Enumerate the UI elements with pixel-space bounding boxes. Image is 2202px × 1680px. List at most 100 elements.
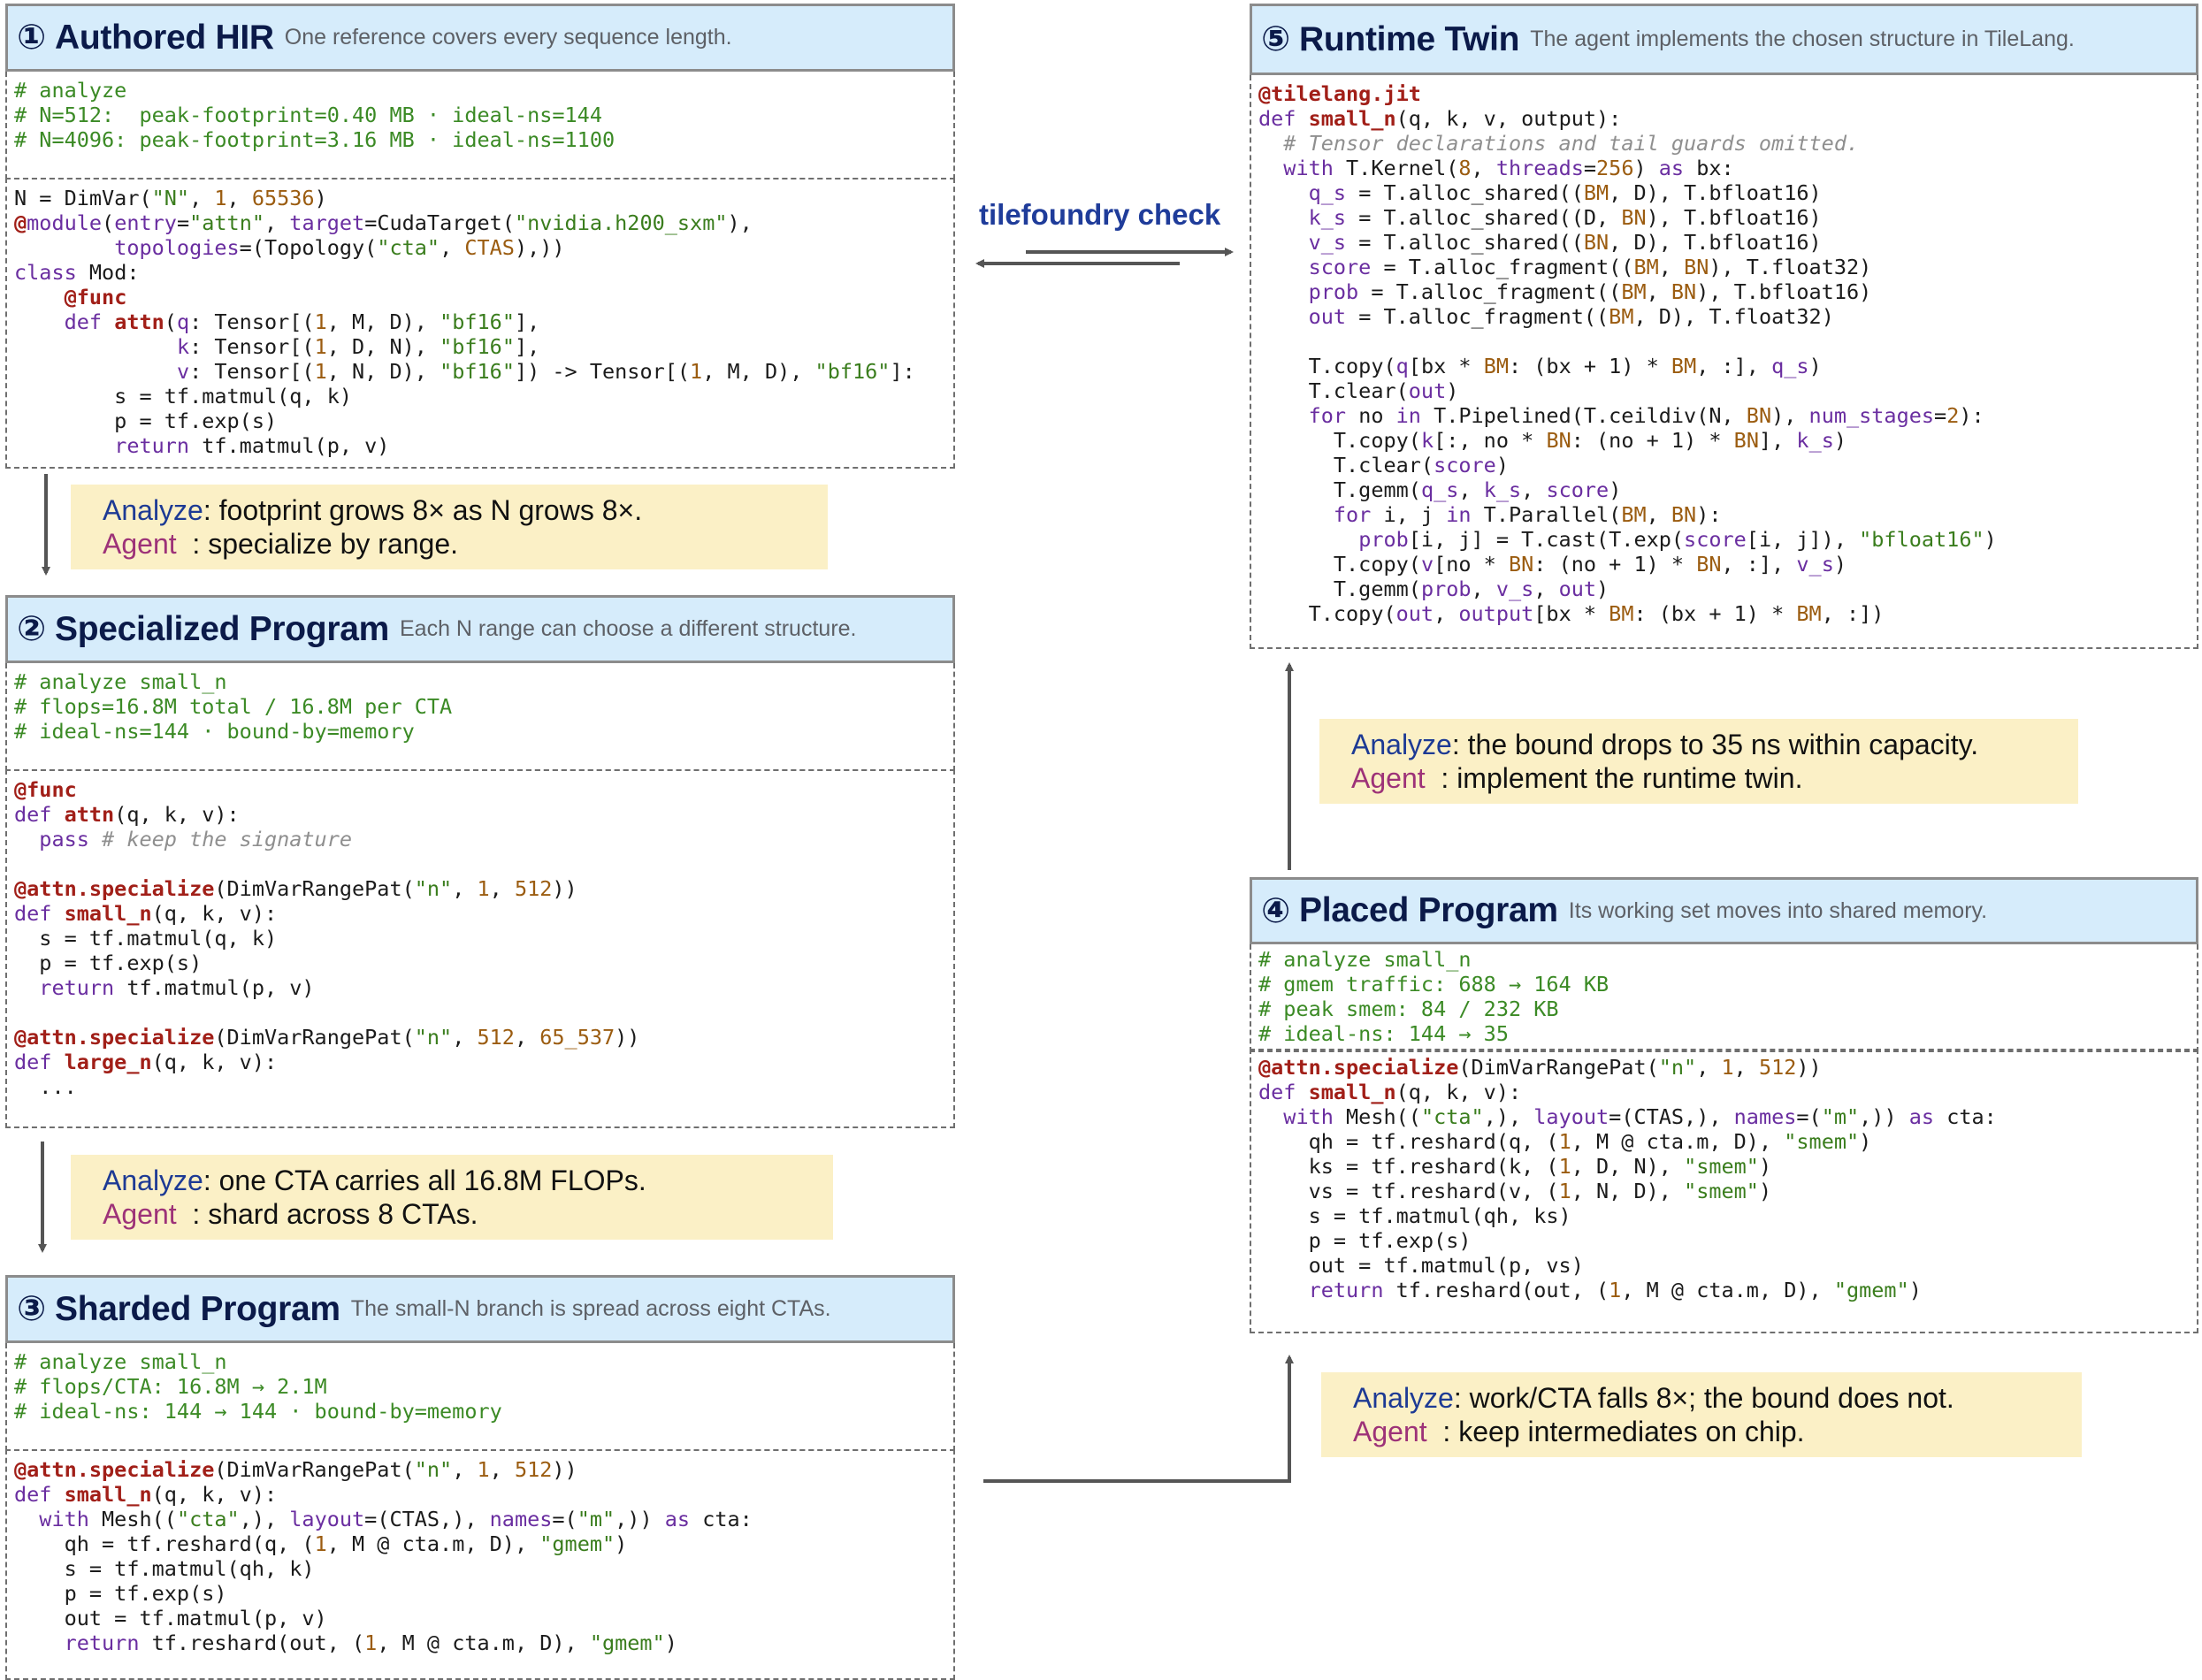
- code-token: q: [176, 309, 190, 334]
- step-number: ④: [1261, 891, 1291, 930]
- code-token: small_n: [64, 1482, 152, 1507]
- code-token: T.gemm(: [1258, 477, 1421, 502]
- code-token: BN: [1508, 552, 1534, 577]
- code-token: T.clear(: [1258, 378, 1409, 403]
- code-token: 1: [1558, 1154, 1571, 1179]
- panel-header: ① Authored HIR One reference covers ever…: [5, 4, 955, 72]
- code-token: tf.reshard(out, (: [1383, 1278, 1609, 1302]
- code-token: v_s: [1495, 577, 1534, 601]
- code-token: BN: [1671, 502, 1697, 527]
- code-token: in: [1395, 403, 1421, 428]
- code-token: qh = tf.reshard(q, (: [1258, 1129, 1559, 1154]
- agent-key: Agent: [1351, 762, 1426, 794]
- code-token: "cta": [1420, 1104, 1484, 1129]
- code-token: ,: [1521, 477, 1547, 502]
- code-block: @func def attn(q, k, v): pass # keep the …: [5, 769, 955, 1128]
- code-token: prob: [1420, 577, 1472, 601]
- code-token: , M @ cta.m, D),: [377, 1630, 590, 1655]
- code-token: ): [1859, 1129, 1872, 1154]
- analyze-key: Analyze: [103, 494, 203, 526]
- code-token: ): [1833, 428, 1847, 453]
- code-line: def attn(q, k, v):: [14, 802, 953, 827]
- code-token: , D, N),: [326, 334, 440, 359]
- code-token: T.copy(: [1258, 601, 1396, 626]
- code-line: T.copy(k[:, no * BN: (no + 1) * BN], k_s…: [1258, 428, 2197, 453]
- code-token: def: [14, 802, 65, 827]
- code-token: ): [664, 1630, 677, 1655]
- code-line: qh = tf.reshard(q, (1, M @ cta.m, D), "g…: [14, 1531, 953, 1556]
- code-token: BN: [1696, 552, 1722, 577]
- code-token: (: [164, 309, 177, 334]
- code-token: with: [1283, 1104, 1334, 1129]
- code-line: topologies=(Topology("cta", CTAS),)): [14, 235, 953, 260]
- code-token: )): [552, 876, 577, 901]
- code-line: v: Tensor[(1, N, D), "bf16"]) -> Tensor[…: [14, 359, 953, 384]
- code-token: [bx *: [1408, 354, 1484, 378]
- panel-subtitle: The agent implements the chosen structur…: [1530, 27, 2075, 51]
- code-token: "gmem": [1833, 1278, 1909, 1302]
- code-line: p = tf.exp(s): [1258, 1228, 2197, 1253]
- code-token: = T.alloc_fragment((: [1371, 255, 1634, 279]
- analysis-block: # analyze small_n # flops/CTA: 16.8M → 2.…: [5, 1343, 955, 1451]
- code-line: def small_n(q, k, v):: [1258, 1080, 2197, 1104]
- note-analyze-agent-1: Analyze: footprint grows 8× as N grows 8…: [71, 485, 828, 569]
- code-token: ,: [1733, 1055, 1759, 1080]
- code-token: 512: [477, 1025, 515, 1050]
- code-line: class Mod:: [14, 260, 953, 285]
- code-token: layout: [1533, 1104, 1609, 1129]
- analyze-key: Analyze: [1351, 729, 1452, 760]
- code-token: ,: [489, 1457, 515, 1482]
- code-token: ,: [1458, 477, 1484, 502]
- code-token: 512: [1758, 1055, 1797, 1080]
- code-token: # analyze small_n: [14, 1349, 227, 1374]
- code-token: ,: [452, 876, 478, 901]
- code-token: CTAS: [464, 235, 515, 260]
- code-token: ): [1808, 354, 1822, 378]
- code-token: return: [114, 433, 190, 458]
- code-token: # N=512: peak-footprint=0.40 MB · ideal-…: [14, 103, 602, 127]
- code-token: def: [64, 309, 115, 334]
- code-token: =: [1583, 156, 1597, 180]
- tilefoundry-check-label: tilefoundry check: [979, 198, 1221, 231]
- panel-title: Placed Program: [1299, 891, 1558, 929]
- code-line: ...: [14, 1074, 953, 1099]
- agent-text: : specialize by range.: [176, 528, 459, 560]
- code-token: 256: [1596, 156, 1634, 180]
- agent-key: Agent: [1353, 1416, 1427, 1447]
- code-token: q: [1395, 354, 1409, 378]
- code-token: k: [176, 334, 190, 359]
- panel-authored-hir: ① Authored HIR One reference covers ever…: [5, 4, 955, 469]
- code-token: =CudaTarget(: [364, 210, 515, 235]
- code-line: # analyze: [14, 78, 953, 103]
- code-token: # peak smem: 84 / 232 KB: [1258, 997, 1559, 1021]
- code-token: (q, k, v):: [151, 901, 278, 926]
- code-token: ),)): [514, 235, 565, 260]
- code-token: (q, k, v, output):: [1395, 106, 1622, 131]
- code-token: 8: [1458, 156, 1472, 180]
- code-token: p = tf.exp(s): [14, 409, 278, 433]
- code-token: ): [1495, 453, 1509, 477]
- code-token: 1: [1609, 1278, 1622, 1302]
- code-token: p = tf.exp(s): [1258, 1228, 1472, 1253]
- code-token: ): [1446, 378, 1459, 403]
- code-token: names: [489, 1507, 553, 1531]
- code-token: ): [314, 186, 327, 210]
- code-token: out = tf.matmul(p, vs): [1258, 1253, 1584, 1278]
- code-token: [:, no *: [1434, 428, 1547, 453]
- code-token: "n": [414, 1025, 453, 1050]
- code-token: BN: [1746, 403, 1772, 428]
- code-token: ): [1908, 1278, 1922, 1302]
- code-token: as: [1908, 1104, 1935, 1129]
- code-token: (: [102, 210, 115, 235]
- code-line: T.copy(q[bx * BM: (bx + 1) * BM, :], q_s…: [1258, 354, 2197, 378]
- code-token: , :],: [1721, 552, 1797, 577]
- note-analyze-agent-4: Analyze: the bound drops to 35 ns within…: [1319, 719, 2078, 804]
- code-line: k_s = T.alloc_shared((D, BN), T.bfloat16…: [1258, 205, 2197, 230]
- code-token: : Tensor[(: [189, 309, 315, 334]
